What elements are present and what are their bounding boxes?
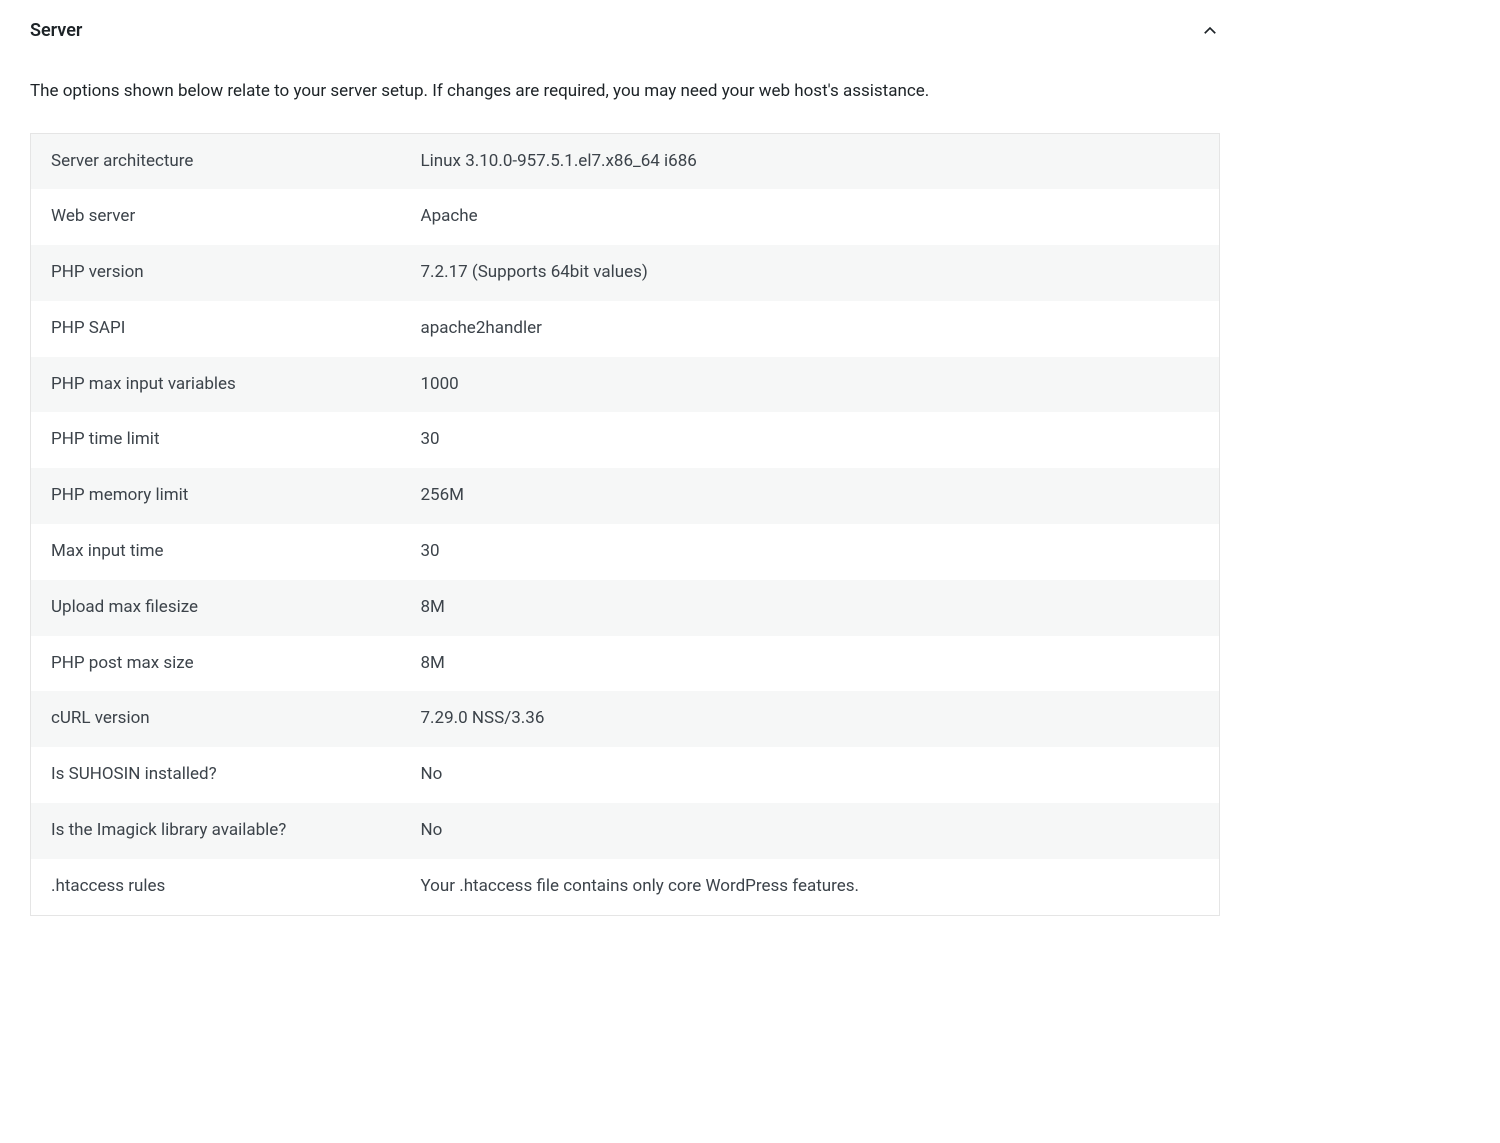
row-label: Server architecture xyxy=(31,133,401,189)
row-value: Apache xyxy=(401,189,1220,245)
row-label: PHP SAPI xyxy=(31,301,401,357)
table-row: Upload max filesize8M xyxy=(31,580,1220,636)
row-value: 30 xyxy=(401,524,1220,580)
row-label: Max input time xyxy=(31,524,401,580)
row-label: Is the Imagick library available? xyxy=(31,803,401,859)
row-value: 8M xyxy=(401,580,1220,636)
table-row: PHP SAPIapache2handler xyxy=(31,301,1220,357)
row-value: 1000 xyxy=(401,357,1220,413)
row-value: No xyxy=(401,747,1220,803)
table-row: PHP time limit30 xyxy=(31,412,1220,468)
table-row: PHP max input variables1000 xyxy=(31,357,1220,413)
row-value: 7.2.17 (Supports 64bit values) xyxy=(401,245,1220,301)
table-row: Web serverApache xyxy=(31,189,1220,245)
row-value: No xyxy=(401,803,1220,859)
row-value: apache2handler xyxy=(401,301,1220,357)
row-label: Web server xyxy=(31,189,401,245)
table-row: Is the Imagick library available?No xyxy=(31,803,1220,859)
server-section: Server The options shown below relate to… xyxy=(0,0,1250,956)
table-row: cURL version7.29.0 NSS/3.36 xyxy=(31,691,1220,747)
row-value: 8M xyxy=(401,636,1220,692)
row-label: PHP time limit xyxy=(31,412,401,468)
row-value: Your .htaccess file contains only core W… xyxy=(401,859,1220,915)
row-label: cURL version xyxy=(31,691,401,747)
row-value: Linux 3.10.0-957.5.1.el7.x86_64 i686 xyxy=(401,133,1220,189)
table-row: PHP version7.2.17 (Supports 64bit values… xyxy=(31,245,1220,301)
row-label: Upload max filesize xyxy=(31,580,401,636)
row-value: 7.29.0 NSS/3.36 xyxy=(401,691,1220,747)
server-info-table: Server architectureLinux 3.10.0-957.5.1.… xyxy=(30,133,1220,916)
row-value: 30 xyxy=(401,412,1220,468)
table-row: Max input time30 xyxy=(31,524,1220,580)
table-row: PHP post max size8M xyxy=(31,636,1220,692)
section-title: Server xyxy=(30,20,82,41)
row-label: PHP version xyxy=(31,245,401,301)
row-label: PHP memory limit xyxy=(31,468,401,524)
row-label: Is SUHOSIN installed? xyxy=(31,747,401,803)
table-row: .htaccess rulesYour .htaccess file conta… xyxy=(31,859,1220,915)
chevron-up-icon xyxy=(1201,22,1219,40)
row-label: PHP post max size xyxy=(31,636,401,692)
row-value: 256M xyxy=(401,468,1220,524)
table-row: Server architectureLinux 3.10.0-957.5.1.… xyxy=(31,133,1220,189)
table-row: PHP memory limit256M xyxy=(31,468,1220,524)
table-row: Is SUHOSIN installed?No xyxy=(31,747,1220,803)
section-header[interactable]: Server xyxy=(30,20,1220,41)
row-label: PHP max input variables xyxy=(31,357,401,413)
collapse-toggle[interactable] xyxy=(1200,21,1220,41)
section-description: The options shown below relate to your s… xyxy=(30,79,1220,105)
row-label: .htaccess rules xyxy=(31,859,401,915)
